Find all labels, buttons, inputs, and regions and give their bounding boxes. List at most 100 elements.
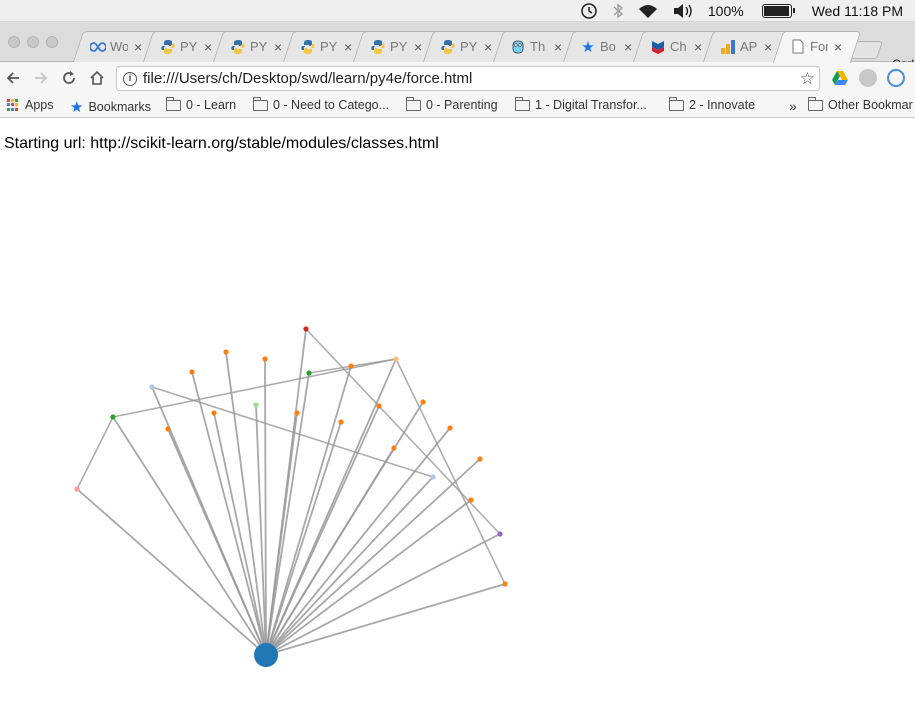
apps-shortcut[interactable]: Apps bbox=[7, 98, 54, 112]
tab-close-icon[interactable]: × bbox=[414, 39, 422, 55]
graph-node[interactable] bbox=[348, 363, 354, 369]
apps-grid-icon bbox=[7, 99, 19, 111]
graph-node[interactable] bbox=[306, 370, 312, 376]
bookmark-folder-parenting[interactable]: 0 - Parenting bbox=[406, 96, 498, 112]
tab-close-icon[interactable]: × bbox=[694, 39, 702, 55]
graph-node[interactable] bbox=[338, 419, 344, 425]
forward-button[interactable] bbox=[30, 67, 52, 89]
browser-tab[interactable]: Th × bbox=[502, 31, 580, 62]
volume-icon[interactable] bbox=[672, 0, 694, 22]
graph-node[interactable] bbox=[149, 384, 155, 390]
browser-tab[interactable]: AP × bbox=[712, 31, 790, 62]
graph-node[interactable] bbox=[420, 399, 426, 405]
browser-tab[interactable]: PY × bbox=[222, 31, 300, 62]
reload-icon bbox=[63, 71, 75, 84]
site-info-icon[interactable]: i bbox=[123, 71, 137, 86]
back-button[interactable] bbox=[2, 67, 24, 89]
tab-close-icon[interactable]: × bbox=[274, 39, 282, 55]
graph-hub-node[interactable] bbox=[254, 643, 278, 667]
folder-label: 0 - Learn bbox=[186, 98, 237, 112]
graph-node[interactable] bbox=[110, 414, 116, 420]
tab-close-icon[interactable]: × bbox=[204, 39, 212, 55]
wifi-icon[interactable] bbox=[638, 0, 658, 22]
graph-link bbox=[265, 405, 380, 656]
blocked-extension-icon[interactable] bbox=[859, 69, 877, 87]
folder-label: 1 - Digital Transfor... bbox=[535, 98, 647, 112]
bookmarks-shortcut[interactable]: ★ Bookmarks bbox=[70, 98, 151, 116]
browser-tab[interactable]: For × bbox=[782, 31, 860, 62]
browser-tab[interactable]: PY × bbox=[362, 31, 440, 62]
zoom-window-button[interactable] bbox=[46, 36, 58, 48]
tab-title: Wo bbox=[110, 39, 128, 54]
graph-link bbox=[265, 499, 472, 656]
folder-icon bbox=[808, 96, 823, 111]
graph-link bbox=[265, 476, 434, 656]
browser-tab[interactable]: PY × bbox=[432, 31, 510, 62]
time-machine-icon[interactable] bbox=[580, 0, 598, 22]
browser-tab[interactable]: ★ Bo × bbox=[572, 31, 650, 62]
graph-node[interactable] bbox=[393, 356, 399, 362]
graph-node[interactable] bbox=[211, 410, 217, 416]
other-bookmarks-folder[interactable]: Other Bookmar bbox=[808, 96, 913, 112]
browser-tab[interactable]: PY × bbox=[152, 31, 230, 62]
graph-node[interactable] bbox=[262, 356, 268, 362]
graph-node[interactable] bbox=[294, 410, 300, 416]
folder-label: 0 - Need to Catego... bbox=[273, 98, 390, 112]
url-text[interactable]: file:///Users/ch/Desktop/swd/learn/py4e/… bbox=[143, 70, 472, 87]
home-icon bbox=[90, 70, 104, 85]
folder-icon bbox=[253, 96, 268, 111]
tab-close-icon[interactable]: × bbox=[134, 39, 142, 55]
tab-close-icon[interactable]: × bbox=[624, 39, 632, 55]
graph-node[interactable] bbox=[74, 486, 80, 492]
bluetooth-icon[interactable] bbox=[612, 0, 624, 22]
graph-node[interactable] bbox=[497, 531, 503, 537]
tab-close-icon[interactable]: × bbox=[344, 39, 352, 55]
bookmark-folder-innovate[interactable]: 2 - Innovate bbox=[669, 96, 755, 112]
tab-close-icon[interactable]: × bbox=[554, 39, 562, 55]
folder-label: Other Bookmar bbox=[828, 98, 913, 112]
graph-link bbox=[395, 358, 506, 585]
tab-close-icon[interactable]: × bbox=[764, 39, 772, 55]
graph-node[interactable] bbox=[189, 369, 195, 375]
bookmark-folder-need-to-categorize[interactable]: 0 - Need to Catego... bbox=[253, 96, 390, 112]
graph-link bbox=[191, 371, 267, 656]
tab-close-icon[interactable]: × bbox=[484, 39, 492, 55]
graph-link bbox=[265, 365, 352, 656]
force-graph[interactable] bbox=[0, 119, 915, 714]
graph-node[interactable] bbox=[303, 326, 309, 332]
browser-tab[interactable]: Ch × bbox=[642, 31, 720, 62]
home-button[interactable] bbox=[86, 67, 108, 89]
bookmark-folder-digital-transformation[interactable]: 1 - Digital Transfor... bbox=[515, 96, 647, 112]
battery-icon[interactable] bbox=[758, 0, 795, 22]
back-arrow-icon bbox=[6, 72, 19, 84]
apps-label: Apps bbox=[25, 98, 54, 112]
graph-link bbox=[265, 447, 395, 656]
browser-tab[interactable]: Wo × bbox=[82, 31, 160, 62]
tab-title: PY bbox=[180, 39, 198, 54]
google-drive-extension-icon[interactable] bbox=[831, 69, 849, 87]
graph-node[interactable] bbox=[223, 349, 229, 355]
graph-node[interactable] bbox=[165, 426, 171, 432]
browser-toolbar: i file:///Users/ch/Desktop/swd/learn/py4… bbox=[0, 62, 915, 94]
browser-tab[interactable]: PY × bbox=[292, 31, 370, 62]
close-window-button[interactable] bbox=[8, 36, 20, 48]
menubar-clock[interactable]: Wed 11:18 PM bbox=[812, 0, 903, 22]
page-content: Starting url: http://scikit-learn.org/st… bbox=[0, 119, 915, 714]
graph-node[interactable] bbox=[502, 581, 508, 587]
graph-node[interactable] bbox=[468, 497, 474, 503]
tab-title: PY bbox=[460, 39, 478, 54]
graph-node[interactable] bbox=[253, 402, 259, 408]
graph-node[interactable] bbox=[447, 425, 453, 431]
bookmarks-overflow-button[interactable]: » bbox=[789, 98, 797, 114]
graph-node[interactable] bbox=[430, 474, 436, 480]
bookmark-folder-learn[interactable]: 0 - Learn bbox=[166, 96, 237, 112]
graph-node[interactable] bbox=[477, 456, 483, 462]
reload-button[interactable] bbox=[58, 67, 80, 89]
graph-node[interactable] bbox=[376, 403, 382, 409]
address-bar[interactable]: i file:///Users/ch/Desktop/swd/learn/py4… bbox=[116, 66, 820, 91]
sync-extension-icon[interactable] bbox=[887, 69, 905, 87]
bookmark-star-icon[interactable]: ☆ bbox=[800, 69, 815, 89]
graph-node[interactable] bbox=[391, 445, 397, 451]
tab-close-icon[interactable]: × bbox=[834, 39, 842, 55]
minimize-window-button[interactable] bbox=[27, 36, 39, 48]
